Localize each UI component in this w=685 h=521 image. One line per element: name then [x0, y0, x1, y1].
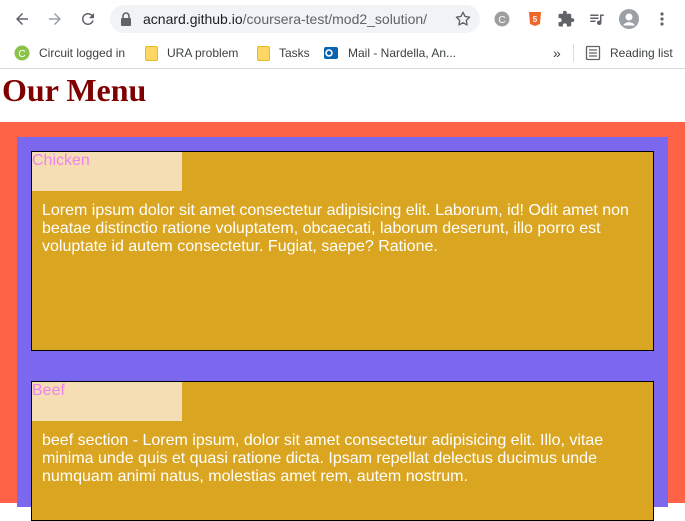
more-bookmarks-label: »: [553, 45, 561, 61]
bookmark-label: URA problem: [167, 46, 239, 60]
bookmark-star-icon[interactable]: [454, 10, 472, 28]
url-host: acnard.github.io: [143, 11, 243, 27]
outer-container: Chicken Lorem ipsum dolor sit amet conse…: [0, 122, 685, 521]
page-content: Our Menu Chicken Lorem ipsum dolor sit a…: [0, 70, 685, 521]
bookmark-circuit[interactable]: C Circuit logged in: [14, 43, 125, 63]
bookmarks-bar: C Circuit logged in URA problem Tasks Ma…: [0, 38, 685, 69]
menu-container: Chicken Lorem ipsum dolor sit amet conse…: [17, 137, 668, 521]
more-bookmarks-button[interactable]: »: [553, 43, 561, 63]
bookmark-label: Tasks: [279, 46, 310, 60]
outlook-icon: [324, 47, 338, 59]
menu-section-beef: Beef beef section - Lorem ipsum, dolor s…: [31, 381, 654, 521]
bookmark-ura-problem[interactable]: URA problem: [145, 43, 238, 63]
media-queue-icon[interactable]: [587, 9, 607, 29]
url-text: acnard.github.io/coursera-test/mod2_solu…: [143, 11, 427, 27]
reading-list-button[interactable]: Reading list: [585, 43, 673, 63]
bookmark-tasks[interactable]: Tasks: [257, 43, 310, 63]
section-label-chicken: Chicken: [32, 152, 182, 191]
url-path: /coursera-test/mod2_solution/: [242, 11, 428, 27]
back-button[interactable]: [10, 7, 34, 31]
bookmark-mail[interactable]: Mail - Nardella, An...: [323, 43, 456, 63]
address-bar[interactable]: acnard.github.io/coursera-test/mod2_solu…: [110, 5, 480, 33]
svg-text:5: 5: [533, 15, 538, 24]
bookmark-label: Circuit logged in: [39, 46, 126, 60]
bookmark-label: Mail - Nardella, An...: [348, 46, 457, 60]
reload-button[interactable]: [76, 7, 100, 31]
lock-icon: [121, 12, 131, 26]
forward-arrow-icon: [49, 13, 61, 25]
reading-list-icon: [585, 45, 601, 61]
svg-text:C: C: [498, 15, 505, 26]
page-title: Our Menu: [2, 72, 147, 108]
bookmarks-separator: [573, 44, 574, 62]
menu-kebab-icon[interactable]: [652, 9, 672, 29]
grammarly-extension-icon[interactable]: C: [492, 9, 512, 29]
folder-icon: [257, 45, 270, 61]
reload-icon: [81, 12, 94, 25]
svg-text:C: C: [18, 49, 25, 60]
section-label-beef: Beef: [32, 382, 182, 421]
folder-icon: [145, 45, 158, 61]
menu-section-chicken: Chicken Lorem ipsum dolor sit amet conse…: [31, 151, 654, 351]
circuit-icon: C: [14, 45, 30, 61]
extensions-puzzle-icon[interactable]: [556, 9, 576, 29]
forward-button[interactable]: [43, 7, 67, 31]
profile-avatar-icon[interactable]: [619, 9, 639, 29]
reading-list-label: Reading list: [610, 46, 673, 60]
section-text-chicken: Lorem ipsum dolor sit amet consectetur a…: [42, 202, 629, 255]
html5-extension-icon[interactable]: 5: [525, 9, 545, 29]
section-text-beef: beef section - Lorem ipsum, dolor sit am…: [42, 432, 604, 485]
browser-toolbar: acnard.github.io/coursera-test/mod2_solu…: [0, 0, 685, 38]
back-arrow-icon: [16, 13, 28, 25]
